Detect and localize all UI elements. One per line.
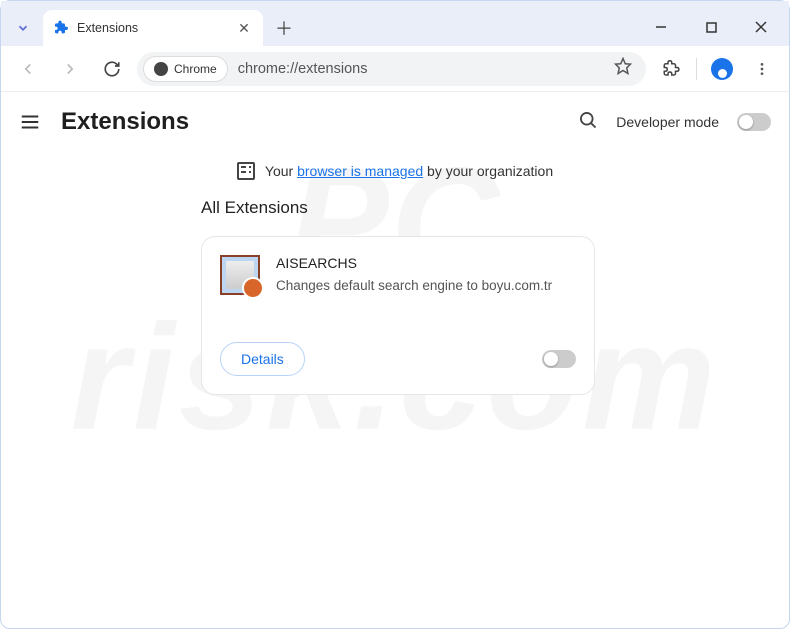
page-header: Extensions Developer mode bbox=[1, 92, 789, 152]
managed-banner: Your browser is managed by your organiza… bbox=[1, 152, 789, 198]
hamburger-menu-icon[interactable] bbox=[19, 111, 41, 133]
content-area: All Extensions AISEARCHS Changes default… bbox=[1, 198, 789, 395]
browser-tab[interactable]: Extensions ✕ bbox=[43, 10, 263, 46]
forward-button[interactable] bbox=[53, 52, 87, 86]
tab-search-dropdown[interactable] bbox=[9, 14, 37, 42]
managed-prefix: Your bbox=[265, 163, 297, 179]
managed-link[interactable]: browser is managed bbox=[297, 163, 423, 179]
bookmark-star-icon[interactable] bbox=[614, 57, 632, 80]
avatar-icon bbox=[711, 58, 733, 80]
details-button[interactable]: Details bbox=[220, 342, 305, 376]
tab-title: Extensions bbox=[77, 21, 138, 35]
divider bbox=[696, 58, 697, 80]
toolbar: Chrome chrome://extensions bbox=[1, 46, 789, 92]
developer-mode-label: Developer mode bbox=[616, 114, 719, 130]
kebab-menu-button[interactable] bbox=[745, 52, 779, 86]
search-button[interactable] bbox=[578, 110, 598, 135]
extension-card: AISEARCHS Changes default search engine … bbox=[201, 236, 595, 395]
developer-mode-toggle[interactable] bbox=[737, 113, 771, 131]
close-window-button[interactable] bbox=[741, 12, 781, 42]
reload-button[interactable] bbox=[95, 52, 129, 86]
extension-name: AISEARCHS bbox=[276, 255, 576, 271]
minimize-button[interactable] bbox=[641, 12, 681, 42]
section-title: All Extensions bbox=[201, 198, 589, 218]
extensions-menu-button[interactable] bbox=[654, 52, 688, 86]
titlebar: Extensions ✕ ＋ bbox=[1, 1, 789, 46]
extension-app-icon bbox=[220, 255, 260, 295]
url-text: chrome://extensions bbox=[234, 61, 368, 77]
site-chip[interactable]: Chrome bbox=[143, 56, 228, 82]
new-tab-button[interactable]: ＋ bbox=[269, 13, 299, 43]
organization-icon bbox=[237, 162, 255, 180]
chip-label: Chrome bbox=[174, 62, 217, 76]
profile-button[interactable] bbox=[705, 52, 739, 86]
back-button[interactable] bbox=[11, 52, 45, 86]
maximize-button[interactable] bbox=[691, 12, 731, 42]
extension-icon bbox=[53, 20, 69, 36]
address-bar[interactable]: Chrome chrome://extensions bbox=[137, 52, 646, 86]
extension-description: Changes default search engine to boyu.co… bbox=[276, 277, 576, 296]
extension-enable-toggle[interactable] bbox=[542, 350, 576, 368]
page-title: Extensions bbox=[61, 108, 189, 136]
managed-suffix: by your organization bbox=[423, 163, 553, 179]
window-controls bbox=[641, 12, 781, 42]
search-icon bbox=[578, 110, 598, 130]
chrome-logo-icon bbox=[154, 62, 168, 76]
close-tab-button[interactable]: ✕ bbox=[235, 19, 253, 37]
